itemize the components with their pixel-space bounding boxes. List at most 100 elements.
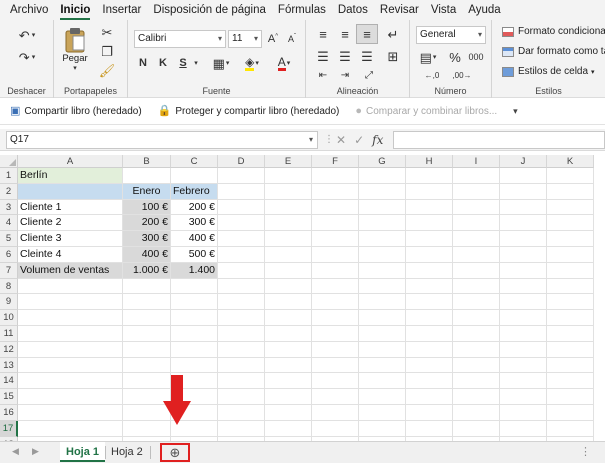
cell-k17[interactable] bbox=[547, 420, 594, 437]
cell-f8[interactable] bbox=[312, 278, 359, 295]
column-header-a[interactable]: A bbox=[18, 155, 123, 168]
number-format-select[interactable]: General ▾ bbox=[416, 26, 486, 44]
borders-button[interactable]: ▦ ▾ bbox=[208, 54, 234, 72]
cell-h14[interactable] bbox=[406, 373, 453, 390]
cell-f5[interactable] bbox=[312, 231, 359, 247]
cell-g9[interactable] bbox=[359, 294, 406, 311]
format-painter-button[interactable]: 🖌 bbox=[96, 62, 118, 78]
cell-i8[interactable] bbox=[453, 278, 500, 295]
cell-h17[interactable] bbox=[406, 420, 453, 437]
font-size-select[interactable]: 11 ▾ bbox=[228, 30, 262, 48]
cell-f10[interactable] bbox=[312, 310, 359, 326]
cell-b12[interactable] bbox=[123, 341, 171, 358]
menu-datos[interactable]: Datos bbox=[332, 0, 374, 20]
accounting-format-button[interactable]: ▤ ▾ bbox=[416, 48, 440, 66]
menu-formulas[interactable]: Fórmulas bbox=[272, 0, 332, 20]
cell-k14[interactable] bbox=[547, 373, 594, 390]
cell-e10[interactable] bbox=[265, 310, 312, 326]
cell-g11[interactable] bbox=[359, 326, 406, 342]
cell-i7[interactable] bbox=[453, 262, 500, 279]
cell-f14[interactable] bbox=[312, 373, 359, 390]
compare-merge-button[interactable]: ● Comparar y combinar libros... bbox=[355, 106, 497, 118]
row-header-11[interactable]: 11 bbox=[0, 326, 18, 342]
row-header-5[interactable]: 5 bbox=[0, 231, 18, 247]
cell-h6[interactable] bbox=[406, 247, 453, 263]
menu-disposicion[interactable]: Disposición de página bbox=[147, 0, 272, 20]
menu-archivo[interactable]: Archivo bbox=[4, 0, 54, 20]
cell-k13[interactable] bbox=[547, 357, 594, 374]
formula-input[interactable] bbox=[393, 131, 605, 149]
row-header-3[interactable]: 3 bbox=[0, 199, 18, 216]
cell-i16[interactable] bbox=[453, 405, 500, 421]
cell-k9[interactable] bbox=[547, 294, 594, 311]
row-header-2[interactable]: 2 bbox=[0, 183, 18, 200]
cell-h16[interactable] bbox=[406, 405, 453, 421]
cell-k2[interactable] bbox=[547, 183, 594, 200]
cell-b7[interactable]: 1.000 € bbox=[123, 262, 171, 279]
cell-e14[interactable] bbox=[265, 373, 312, 390]
protect-share-button[interactable]: 🔒 Proteger y compartir libro (heredado) bbox=[158, 106, 340, 118]
cell-h7[interactable] bbox=[406, 262, 453, 279]
cell-j4[interactable] bbox=[500, 215, 547, 232]
cell-i17[interactable] bbox=[453, 420, 500, 437]
cell-c6[interactable]: 500 € bbox=[171, 247, 218, 263]
cell-i11[interactable] bbox=[453, 326, 500, 342]
cell-g16[interactable] bbox=[359, 405, 406, 421]
underline-button[interactable]: S bbox=[174, 54, 192, 72]
cell-j17[interactable] bbox=[500, 420, 547, 437]
cell-h8[interactable] bbox=[406, 278, 453, 295]
cell-g10[interactable] bbox=[359, 310, 406, 326]
cell-c5[interactable]: 400 € bbox=[171, 231, 218, 247]
cell-f9[interactable] bbox=[312, 294, 359, 311]
cell-g12[interactable] bbox=[359, 341, 406, 358]
cell-g5[interactable] bbox=[359, 231, 406, 247]
cell-f1[interactable] bbox=[312, 168, 359, 184]
undo-button[interactable]: ↶ ▾ bbox=[14, 26, 40, 44]
cell-d11[interactable] bbox=[218, 326, 265, 342]
cell-e3[interactable] bbox=[265, 199, 312, 216]
column-header-f[interactable]: F bbox=[312, 155, 359, 168]
cell-f15[interactable] bbox=[312, 389, 359, 405]
cell-d15[interactable] bbox=[218, 389, 265, 405]
cell-c12[interactable] bbox=[171, 341, 218, 358]
cell-e4[interactable] bbox=[265, 215, 312, 232]
cell-a12[interactable] bbox=[18, 341, 123, 358]
column-header-c[interactable]: C bbox=[171, 155, 218, 168]
cell-d14[interactable] bbox=[218, 373, 265, 390]
cell-a4[interactable]: Cliente 2 bbox=[18, 215, 123, 232]
cell-k12[interactable] bbox=[547, 341, 594, 358]
cell-i14[interactable] bbox=[453, 373, 500, 390]
cell-b6[interactable]: 400 € bbox=[123, 247, 171, 263]
column-header-h[interactable]: H bbox=[406, 155, 453, 168]
row-header-7[interactable]: 7 bbox=[0, 262, 18, 279]
cell-b11[interactable] bbox=[123, 326, 171, 342]
cell-f17[interactable] bbox=[312, 420, 359, 437]
align-left-button[interactable]: ☰ bbox=[314, 48, 332, 64]
cell-k4[interactable] bbox=[547, 215, 594, 232]
cell-d12[interactable] bbox=[218, 341, 265, 358]
column-header-d[interactable]: D bbox=[218, 155, 265, 168]
cell-a10[interactable] bbox=[18, 310, 123, 326]
cell-j12[interactable] bbox=[500, 341, 547, 358]
cell-h11[interactable] bbox=[406, 326, 453, 342]
cell-f6[interactable] bbox=[312, 247, 359, 263]
cell-j8[interactable] bbox=[500, 278, 547, 295]
menu-insertar[interactable]: Insertar bbox=[96, 0, 147, 20]
cell-i1[interactable] bbox=[453, 168, 500, 184]
increase-font-button[interactable]: A^ bbox=[264, 30, 282, 48]
cell-i6[interactable] bbox=[453, 247, 500, 263]
cell-e11[interactable] bbox=[265, 326, 312, 342]
cell-a15[interactable] bbox=[18, 389, 123, 405]
cell-g14[interactable] bbox=[359, 373, 406, 390]
cell-i10[interactable] bbox=[453, 310, 500, 326]
sheet-tab-hoja-1[interactable]: Hoja 1 bbox=[60, 442, 106, 462]
cell-h1[interactable] bbox=[406, 168, 453, 184]
comma-button[interactable]: 000 bbox=[466, 48, 486, 66]
bold-button[interactable]: N bbox=[134, 54, 152, 72]
cell-e15[interactable] bbox=[265, 389, 312, 405]
cell-g1[interactable] bbox=[359, 168, 406, 184]
prev-sheet-icon[interactable]: ◀ bbox=[12, 446, 19, 457]
align-bottom-button[interactable]: ≡ bbox=[356, 24, 378, 44]
next-sheet-icon[interactable]: ▶ bbox=[32, 446, 39, 457]
cell-i5[interactable] bbox=[453, 231, 500, 247]
